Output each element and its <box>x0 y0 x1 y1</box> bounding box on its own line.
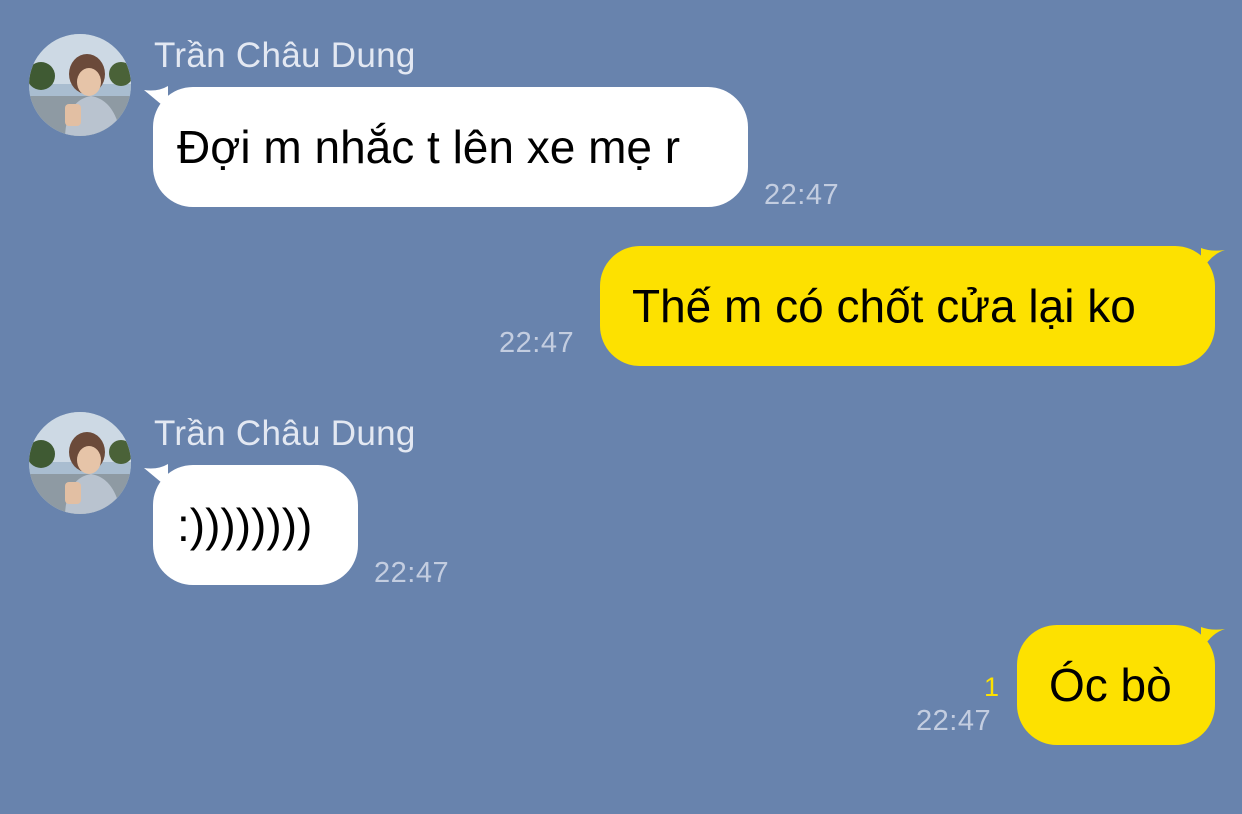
bubble-tail <box>1201 248 1225 272</box>
message-timestamp: 22:47 <box>499 327 575 359</box>
message-text: Thế m có chốt cửa lại ko <box>632 280 1136 332</box>
message-timestamp: 22:47 <box>916 705 992 737</box>
message-timestamp: 22:47 <box>764 179 840 211</box>
incoming-message-bubble[interactable]: Đợi m nhắc t lên xe mẹ r <box>153 87 748 207</box>
profile-photo-icon <box>29 34 131 136</box>
unread-count: 1 <box>984 672 1000 702</box>
avatar[interactable] <box>29 412 131 514</box>
message-text: :)))))))) <box>177 499 313 551</box>
outgoing-message-bubble[interactable]: Thế m có chốt cửa lại ko <box>600 246 1215 366</box>
message-text: Đợi m nhắc t lên xe mẹ r <box>177 121 681 173</box>
incoming-message-bubble[interactable]: :)))))))) <box>153 465 358 585</box>
sender-name: Trần Châu Dung <box>154 36 416 75</box>
profile-photo-icon <box>29 412 131 514</box>
avatar[interactable] <box>29 34 131 136</box>
outgoing-message-bubble[interactable]: Óc bò <box>1017 625 1215 745</box>
sender-name: Trần Châu Dung <box>154 414 416 453</box>
bubble-tail <box>1201 627 1225 651</box>
message-timestamp: 22:47 <box>374 557 450 589</box>
message-text: Óc bò <box>1049 659 1172 711</box>
